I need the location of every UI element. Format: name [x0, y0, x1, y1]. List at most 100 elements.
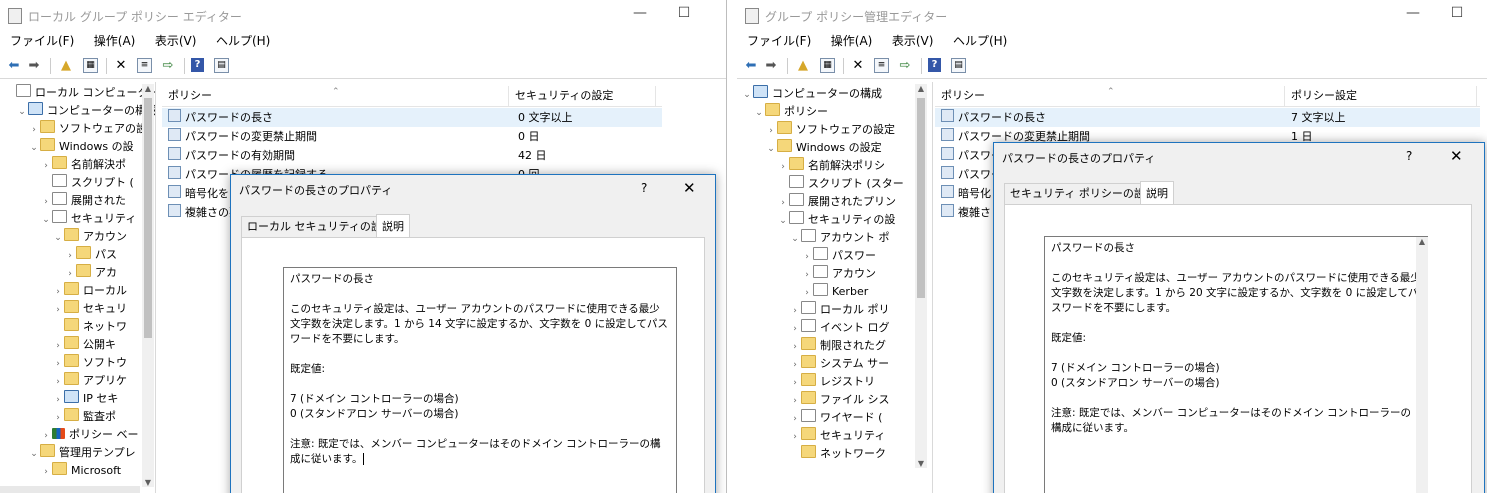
scroll-down-icon[interactable]: ▼	[915, 459, 927, 468]
scroll-thumb[interactable]	[917, 98, 925, 298]
chevron-right-icon[interactable]: ›	[52, 355, 64, 373]
tree-item[interactable]: ネットワーク	[737, 445, 886, 463]
tree-item[interactable]: ネットワ	[0, 318, 127, 336]
chevron-right-icon[interactable]: ›	[765, 122, 777, 140]
minimize-button[interactable]: —	[1403, 5, 1423, 21]
tree-item[interactable]: ⌄ コンピューターの構成	[737, 85, 882, 103]
tree-item[interactable]: › 展開された	[0, 192, 126, 210]
back-arrow-icon[interactable]: ⬅	[6, 58, 22, 74]
tree-item[interactable]: › レジストリ	[737, 373, 875, 391]
tree-item[interactable]: › 展開されたプリン	[737, 193, 896, 211]
export-list-icon[interactable]: ⇨	[160, 58, 176, 74]
menu-help[interactable]: ヘルプ(H)	[953, 32, 1007, 49]
tree-item[interactable]: スクリプト (	[0, 174, 134, 192]
back-arrow-icon[interactable]: ⬅	[743, 58, 759, 74]
tree-item[interactable]: ⌄ セキュリティの設	[737, 211, 895, 229]
chevron-right-icon[interactable]: ›	[40, 463, 52, 481]
tree-item[interactable]: ローカル コンピューター ポ	[0, 84, 155, 102]
tree-scrollbar[interactable]: ▲ ▼	[915, 84, 927, 468]
tree-item[interactable]: › ワイヤード (	[737, 409, 882, 427]
tree-item[interactable]: › ローカル	[0, 282, 127, 300]
tree-item[interactable]: › ソフトウ	[0, 354, 127, 372]
chevron-down-icon[interactable]: ⌄	[789, 230, 801, 248]
tree-item[interactable]: › アカ	[0, 264, 117, 282]
help-icon[interactable]: ?	[1406, 149, 1412, 163]
chevron-down-icon[interactable]: ⌄	[52, 229, 64, 247]
chevron-right-icon[interactable]: ›	[52, 391, 64, 409]
tree-item[interactable]: › ソフトウェアの設定	[737, 121, 895, 139]
tree-item[interactable]: › セキュリ	[0, 300, 127, 318]
menu-file[interactable]: ファイル(F)	[10, 32, 74, 49]
delete-icon[interactable]: ✕	[113, 58, 129, 74]
chevron-down-icon[interactable]: ⌄	[777, 212, 789, 230]
close-icon[interactable]: ✕	[1450, 147, 1463, 165]
menu-view[interactable]: 表示(V)	[155, 32, 197, 49]
chevron-right-icon[interactable]: ›	[789, 356, 801, 374]
tree-item[interactable]: › イベント ログ	[737, 319, 890, 337]
chevron-right-icon[interactable]: ›	[40, 427, 52, 445]
menu-help[interactable]: ヘルプ(H)	[216, 32, 270, 49]
forward-arrow-icon[interactable]: ➡	[26, 58, 42, 74]
properties-icon[interactable]: ≡	[874, 58, 889, 73]
tree-item[interactable]: › セキュリティ	[737, 427, 885, 445]
help-icon[interactable]: ?	[191, 58, 204, 72]
chevron-right-icon[interactable]: ›	[64, 247, 76, 265]
help-icon[interactable]: ?	[641, 181, 647, 195]
chevron-down-icon[interactable]: ⌄	[28, 139, 40, 157]
chevron-right-icon[interactable]: ›	[52, 301, 64, 319]
tree-item[interactable]: ⌄ セキュリティ	[0, 210, 136, 228]
tree-item[interactable]: ⌄ 管理用テンプレ	[0, 444, 136, 462]
tree-item[interactable]: ⌄ コンピューターの構成	[0, 102, 155, 120]
list-item[interactable]: パスワードの長さ 0 文字以上	[162, 108, 662, 127]
tree-item[interactable]: › 監査ポ	[0, 408, 116, 426]
properties-icon[interactable]: ≡	[137, 58, 152, 73]
chevron-right-icon[interactable]: ›	[52, 373, 64, 391]
chevron-right-icon[interactable]: ›	[789, 320, 801, 338]
tab-explain[interactable]: 説明	[376, 214, 410, 237]
chevron-right-icon[interactable]: ›	[52, 283, 64, 301]
minimize-button[interactable]: —	[630, 5, 650, 21]
chevron-right-icon[interactable]: ›	[789, 392, 801, 410]
forward-arrow-icon[interactable]: ➡	[763, 58, 779, 74]
tree-item[interactable]: › Microsoft	[0, 462, 121, 480]
chevron-down-icon[interactable]: ⌄	[753, 104, 765, 122]
column-policy[interactable]: ポリシー ⌃	[162, 86, 509, 106]
tree-item[interactable]: › ポリシー ベー	[0, 426, 139, 444]
chevron-right-icon[interactable]: ›	[40, 157, 52, 175]
close-icon[interactable]: ✕	[683, 179, 696, 197]
scroll-up-icon[interactable]: ▲	[915, 84, 927, 93]
tab-security-policy-setting[interactable]: セキュリティ ポリシーの設定	[1004, 183, 1162, 204]
column-policy-setting[interactable]: ポリシー設定	[1285, 86, 1477, 106]
tab-explain[interactable]: 説明	[1140, 181, 1174, 204]
chevron-down-icon[interactable]: ⌄	[741, 86, 753, 104]
tree-item[interactable]: ⌄ アカウント ポ	[737, 229, 890, 247]
scroll-up-icon[interactable]: ▲	[142, 84, 154, 93]
chevron-right-icon[interactable]: ›	[64, 265, 76, 283]
chevron-right-icon[interactable]: ›	[801, 284, 813, 302]
tree-item[interactable]: › アカウン	[737, 265, 876, 283]
tree-item[interactable]: › ソフトウェアの設	[0, 120, 147, 138]
chevron-right-icon[interactable]: ›	[52, 337, 64, 355]
menu-view[interactable]: 表示(V)	[892, 32, 934, 49]
tree-item[interactable]: スクリプト (スター	[737, 175, 904, 193]
chevron-right-icon[interactable]: ›	[40, 193, 52, 211]
tree-item[interactable]: ⌄ ポリシー	[737, 103, 828, 121]
menu-action[interactable]: 操作(A)	[94, 32, 136, 49]
tree-item[interactable]: › 名前解決ポ	[0, 156, 126, 174]
chevron-right-icon[interactable]: ›	[789, 338, 801, 356]
export-list-icon[interactable]: ⇨	[897, 58, 913, 74]
scroll-thumb[interactable]	[144, 98, 152, 338]
maximize-button[interactable]: ☐	[674, 5, 694, 21]
list-item[interactable]: パスワードの変更禁止期間 0 日	[162, 127, 662, 146]
chevron-right-icon[interactable]: ›	[777, 194, 789, 212]
chevron-right-icon[interactable]: ›	[52, 409, 64, 427]
column-policy[interactable]: ポリシー ⌃	[935, 86, 1285, 106]
chevron-right-icon[interactable]: ›	[789, 410, 801, 428]
tree-item[interactable]: › Kerber	[737, 283, 868, 301]
tree-item[interactable]: ⌄ アカウン	[0, 228, 127, 246]
tree-item[interactable]: ⌄ Windows の設定	[737, 139, 882, 157]
tree-horizontal-scrollbar[interactable]	[0, 486, 140, 493]
chevron-down-icon[interactable]: ⌄	[765, 140, 777, 158]
menu-file[interactable]: ファイル(F)	[747, 32, 811, 49]
tree-item[interactable]: › 制限されたグ	[737, 337, 886, 355]
